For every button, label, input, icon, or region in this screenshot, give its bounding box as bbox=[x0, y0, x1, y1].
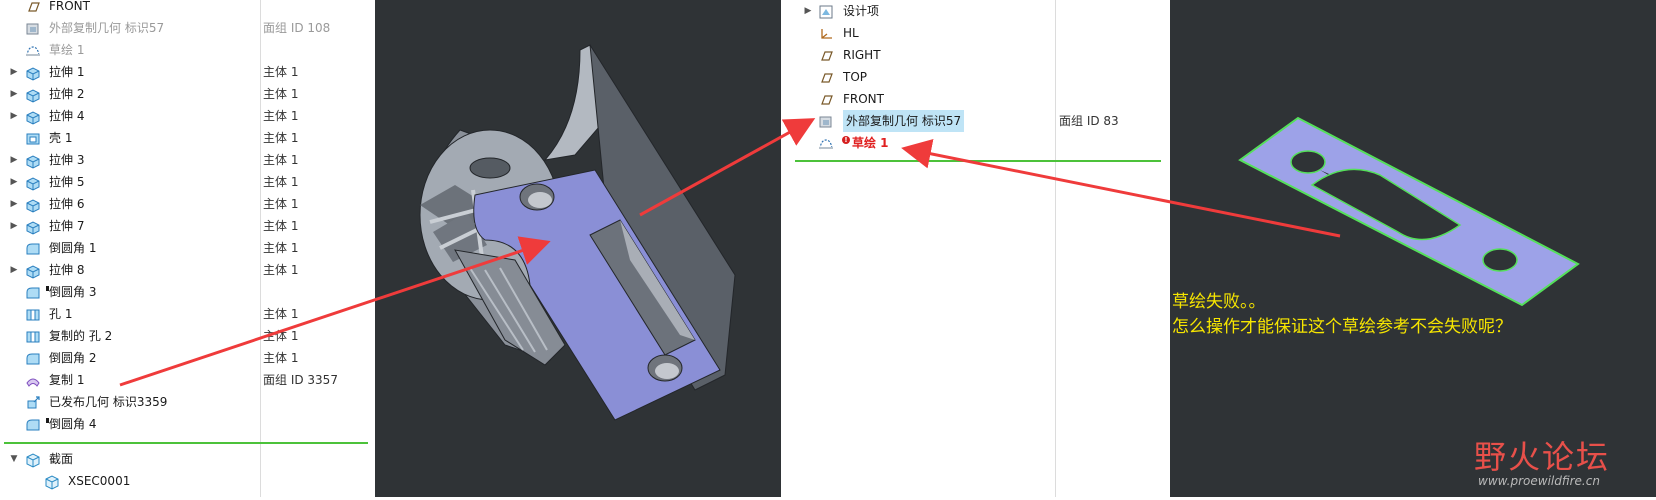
arrow-copy-to-face bbox=[119, 236, 551, 387]
watermark-url: www.proewildfire.cn bbox=[1478, 474, 1600, 488]
annotation-line-2: 怎么操作才能保证这个草绘参考不会失败呢？ bbox=[1172, 317, 1512, 337]
annotation-arrows bbox=[119, 118, 1341, 387]
annotation-line-1: 草绘失败。。 bbox=[1172, 292, 1266, 312]
watermark-logo: 野火论坛 bbox=[1474, 438, 1611, 476]
arrow-sketch-to-failed-node bbox=[901, 139, 1341, 238]
arrow-face-to-external-copy bbox=[639, 118, 816, 217]
